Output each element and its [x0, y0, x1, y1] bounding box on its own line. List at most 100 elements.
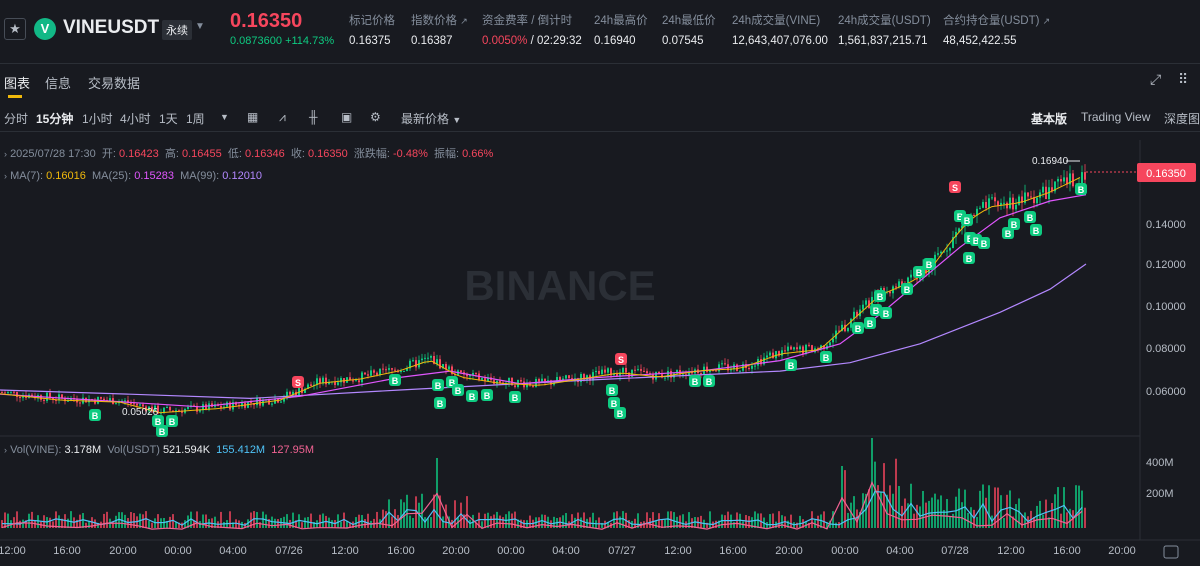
- volume-bar: [331, 520, 333, 528]
- candle-body: [481, 378, 483, 380]
- chevron-down-icon[interactable]: ▼: [195, 21, 205, 32]
- tab-chart[interactable]: 图表: [4, 73, 30, 92]
- sell-marker-label: S: [618, 355, 624, 365]
- interval-1h[interactable]: 1小时: [82, 110, 113, 127]
- candle-body: [769, 352, 771, 356]
- volume-bar: [310, 513, 312, 528]
- tab-info[interactable]: 信息: [45, 73, 71, 92]
- view-tradingview[interactable]: Trading View: [1081, 110, 1150, 124]
- candle-body: [799, 346, 801, 350]
- volume-bar: [952, 513, 954, 528]
- volume-bar: [646, 512, 648, 528]
- candle-body: [1081, 172, 1083, 184]
- interval-1d[interactable]: 1天: [159, 110, 178, 127]
- candle-body: [43, 399, 45, 401]
- volume-bar: [850, 502, 852, 528]
- volume-bar: [301, 522, 303, 528]
- volume-bar: [655, 521, 657, 528]
- calendar-icon[interactable]: ▦: [247, 110, 258, 124]
- volume-bar: [985, 497, 987, 528]
- interval-timeline[interactable]: 分时: [4, 110, 28, 127]
- volume-bar: [322, 513, 324, 528]
- tab-trading-data[interactable]: 交易数据: [88, 73, 140, 92]
- candle-body: [1006, 202, 1008, 209]
- volume-bar: [988, 485, 990, 528]
- volume-bar: [1066, 512, 1068, 528]
- volume-bar: [157, 514, 159, 528]
- stat-24h-vol-vine: 24h成交量(VINE) 12,643,407,076.00: [732, 15, 828, 47]
- volume-bar: [823, 511, 825, 528]
- volume-bar: [919, 506, 921, 528]
- candle-body: [793, 347, 795, 350]
- interval-1w[interactable]: 1周: [186, 110, 205, 127]
- stat-open-interest[interactable]: 合约持仓量(USDT) ↗ 48,452,422.55: [943, 12, 1050, 47]
- x-tick-label: 12:00: [664, 545, 692, 557]
- candle-body: [724, 363, 726, 365]
- volume-bar: [16, 511, 18, 528]
- candle-body: [1057, 179, 1059, 182]
- volume-bar: [727, 511, 729, 528]
- candle-body: [751, 365, 753, 369]
- candle-body: [796, 347, 798, 350]
- view-basic[interactable]: 基本版: [1031, 110, 1067, 127]
- indicator-icon[interactable]: ⩘: [279, 110, 286, 125]
- candle-body: [256, 398, 258, 406]
- volume-bar: [781, 515, 783, 528]
- volume-bar: [958, 488, 960, 528]
- x-tick-label: 16:00: [1053, 545, 1081, 557]
- volume-bar: [949, 516, 951, 528]
- candle-body: [718, 364, 720, 372]
- volume-bar: [937, 499, 939, 528]
- chart-toolbar: 分时 15分钟 1小时 4小时 1天 1周 ▼ ▦ ⩘ ╫ ▣ ⚙ 最新价格 ▼…: [0, 104, 1200, 132]
- candle-body: [646, 371, 648, 374]
- candle-body: [715, 370, 717, 372]
- price-type-select[interactable]: 最新价格 ▼: [401, 110, 461, 127]
- stat-index-price[interactable]: 指数价格 ↗ 0.16387: [411, 12, 468, 47]
- candle-body: [985, 202, 987, 209]
- candle-body: [460, 370, 462, 373]
- favorite-star-icon[interactable]: ★: [4, 18, 26, 40]
- volume-bar: [22, 519, 24, 528]
- buy-marker-label: B: [609, 386, 616, 396]
- volume-bar: [946, 499, 948, 528]
- buy-marker-label: B: [904, 285, 911, 295]
- candle-body: [784, 350, 786, 352]
- candle-body: [637, 369, 639, 371]
- candle-body: [829, 342, 831, 346]
- candle-body: [103, 398, 105, 401]
- view-depth[interactable]: 深度图: [1164, 110, 1200, 127]
- volume-bar: [964, 489, 966, 528]
- gear-icon[interactable]: ⚙: [370, 110, 381, 124]
- candle-type-icon[interactable]: ╫: [309, 110, 318, 124]
- x-tick-label: 07/27: [608, 545, 636, 557]
- symbol-title[interactable]: VINEUSDT: [63, 17, 159, 39]
- interval-more-chevron-icon[interactable]: ▼: [220, 112, 229, 122]
- volume-bar: [304, 517, 306, 528]
- buy-marker-label: B: [877, 292, 884, 302]
- interval-4h[interactable]: 4小时: [120, 110, 151, 127]
- stat-24h-vol-usdt: 24h成交量(USDT) 1,561,837,215.71: [838, 15, 931, 47]
- volume-bar: [340, 521, 342, 528]
- x-tick-label: 12:00: [997, 545, 1025, 557]
- volume-bar: [4, 512, 6, 528]
- candle-body: [412, 360, 414, 362]
- volume-bar: [400, 499, 402, 528]
- layout-icon[interactable]: ▣: [341, 110, 352, 124]
- volume-bar: [955, 496, 957, 528]
- grid-menu-icon[interactable]: ⠿: [1178, 71, 1188, 88]
- candle-body: [739, 370, 741, 372]
- candle-body: [7, 392, 9, 394]
- candle-body: [370, 370, 372, 376]
- candle-body: [607, 368, 609, 373]
- candle-body: [421, 358, 423, 361]
- buy-marker-label: B: [964, 216, 971, 226]
- candlestick-chart[interactable]: BINANCE BB BBB B BBBB B BBBBB BBBB BBB BBBBB BB BB…: [0, 140, 1200, 566]
- expand-icon[interactable]: ⤢: [1150, 71, 1161, 88]
- candle-body: [643, 370, 645, 372]
- x-tick-label: 00:00: [164, 545, 192, 557]
- candle-body: [640, 369, 642, 371]
- volume-bar: [412, 518, 414, 528]
- candle-body: [382, 368, 384, 370]
- x-tick-label: 20:00: [1108, 545, 1136, 557]
- interval-15m[interactable]: 15分钟: [36, 110, 73, 127]
